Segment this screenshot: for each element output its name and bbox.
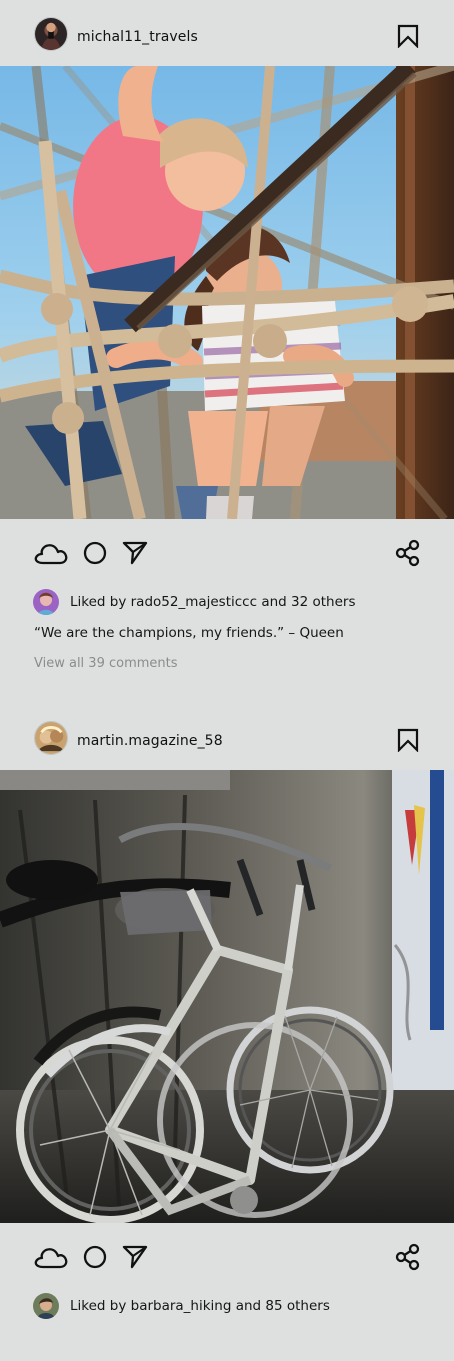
user-avatar[interactable] — [34, 721, 68, 755]
post-header: michal11_travels — [0, 0, 454, 66]
parked-bicycles-photo-icon — [0, 770, 454, 1223]
post-photo[interactable] — [0, 770, 454, 1223]
view-comments-link[interactable]: View all 39 comments — [34, 655, 178, 673]
bookmark-icon[interactable] — [397, 24, 419, 48]
bookmark-icon[interactable] — [397, 728, 419, 752]
liker-avatar[interactable] — [33, 1293, 59, 1319]
post-actions — [0, 519, 454, 589]
cloud-icon[interactable] — [33, 1243, 69, 1271]
post-card: michal11_travels Liked by rado52_majesti… — [0, 0, 454, 671]
cloud-icon[interactable] — [33, 539, 69, 567]
likes-text[interactable]: Liked by barbara_hiking and 85 others — [70, 1297, 330, 1315]
children-rope-climbing-photo-icon — [0, 66, 454, 519]
likes-text[interactable]: Liked by rado52_majesticcc and 32 others — [70, 593, 355, 611]
post-username[interactable]: michal11_travels — [77, 28, 198, 46]
user-avatar[interactable] — [34, 17, 68, 51]
circle-icon[interactable] — [82, 1244, 108, 1270]
liker-photo-icon — [33, 1293, 59, 1319]
likes-row: Liked by rado52_majesticcc and 32 others — [0, 589, 454, 623]
share-icon[interactable] — [395, 539, 421, 567]
post-username[interactable]: martin.magazine_58 — [77, 732, 223, 750]
avatar-photo-icon — [35, 722, 67, 754]
send-icon[interactable] — [122, 540, 148, 566]
post-actions — [0, 1223, 454, 1293]
likes-row: Liked by barbara_hiking and 85 others — [0, 1293, 454, 1327]
send-icon[interactable] — [122, 1244, 148, 1270]
post-header: martin.magazine_58 — [0, 704, 454, 770]
post-card: martin.magazine_58 Liked by barbara_hiki… — [0, 704, 454, 1327]
liker-avatar[interactable] — [33, 589, 59, 615]
circle-icon[interactable] — [82, 540, 108, 566]
post-caption: “We are the champions, my friends.” – Qu… — [34, 625, 344, 641]
liker-photo-icon — [33, 589, 59, 615]
post-photo[interactable] — [0, 66, 454, 519]
share-icon[interactable] — [395, 1243, 421, 1271]
avatar-photo-icon — [35, 18, 67, 50]
feed: michal11_travels Liked by rado52_majesti… — [0, 0, 454, 1361]
